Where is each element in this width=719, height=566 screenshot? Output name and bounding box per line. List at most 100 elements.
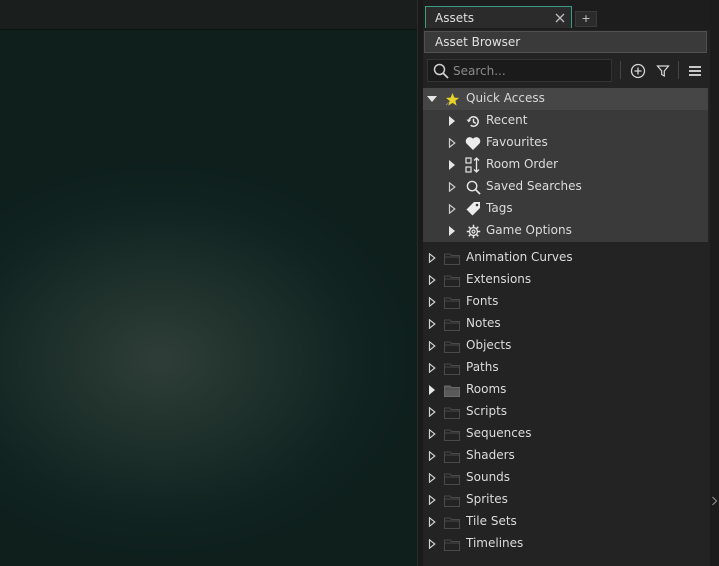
folder-icon (444, 338, 460, 354)
collapsed-arrow-icon (449, 226, 455, 236)
folder-icon (444, 514, 460, 530)
asset-browser-title: Asset Browser (435, 35, 521, 49)
collapsed-arrow-icon (428, 253, 436, 263)
folder-label: Tile Sets (466, 514, 517, 528)
quick-access-header[interactable]: Quick Access (423, 88, 708, 110)
folder-label: Paths (466, 360, 499, 374)
quick-access-item-room-order[interactable]: Room Order (423, 154, 708, 176)
folder-icon (444, 250, 460, 266)
collapsed-arrow-icon (428, 495, 436, 505)
collapsed-arrow-icon (428, 275, 436, 285)
folder-label: Sounds (466, 470, 511, 484)
toolbar-separator (678, 61, 679, 79)
folder-rooms[interactable]: Rooms (423, 379, 708, 401)
folder-sounds[interactable]: Sounds (423, 467, 708, 489)
folder-extensions[interactable]: Extensions (423, 269, 708, 291)
quick-access-item-label: Room Order (486, 157, 559, 171)
room-order-icon (465, 157, 481, 173)
folder-icon (444, 294, 460, 310)
tab-assets[interactable]: Assets (425, 6, 572, 28)
quick-access-item-favourites[interactable]: Favourites (423, 132, 708, 154)
quick-access-item-tags[interactable]: Tags (423, 198, 708, 220)
room-workspace[interactable] (0, 0, 417, 566)
search-box[interactable] (427, 59, 612, 82)
folder-label: Animation Curves (466, 250, 573, 264)
asset-browser-header: Asset Browser (424, 31, 707, 53)
collapsed-arrow-icon (428, 539, 436, 549)
folder-label: Extensions (466, 272, 532, 286)
folder-icon (444, 536, 460, 552)
folder-label: Timelines (466, 536, 524, 550)
add-asset-button[interactable] (627, 60, 649, 82)
folder-label: Sequences (466, 426, 532, 440)
quick-access-item-label: Tags (486, 201, 513, 215)
folder-fonts[interactable]: Fonts (423, 291, 708, 313)
folder-label: Scripts (466, 404, 508, 418)
quick-access-item-label: Favourites (486, 135, 548, 149)
filter-button[interactable] (652, 60, 674, 82)
folder-sequences[interactable]: Sequences (423, 423, 708, 445)
folder-label: Rooms (466, 382, 507, 396)
quick-access-section: Quick Access Recent Favourites Room Orde… (423, 88, 708, 242)
ide-window: Assets + Asset Browser Search... Quick A… (0, 0, 719, 566)
folder-icon (444, 426, 460, 442)
plus-circle-icon (630, 63, 646, 79)
collapsed-arrow-icon (449, 116, 455, 126)
close-icon[interactable] (552, 10, 568, 26)
menu-button[interactable] (684, 60, 706, 82)
collapsed-arrow-icon (428, 363, 436, 373)
star-icon (444, 91, 460, 107)
collapsed-arrow-icon (428, 473, 436, 483)
folder-objects[interactable]: Objects (423, 335, 708, 357)
folder-icon (444, 360, 460, 376)
collapsed-arrow-icon (428, 429, 436, 439)
folder-scripts[interactable]: Scripts (423, 401, 708, 423)
folder-notes[interactable]: Notes (423, 313, 708, 335)
collapsed-arrow-icon (449, 160, 455, 170)
collapse-strip[interactable] (710, 0, 719, 566)
history-icon (465, 113, 481, 129)
quick-access-item-label: Game Options (486, 223, 572, 237)
quick-access-label: Quick Access (466, 91, 545, 105)
folder-tile-sets[interactable]: Tile Sets (423, 511, 708, 533)
quick-access-item-recent[interactable]: Recent (423, 110, 708, 132)
folder-icon (444, 492, 460, 508)
panel-tabbar: Assets + (423, 0, 710, 30)
search-icon (432, 62, 450, 80)
quick-access-item-label: Recent (486, 113, 528, 127)
chevron-right-icon[interactable] (711, 496, 719, 506)
tab-assets-label: Assets (435, 10, 475, 25)
folder-timelines[interactable]: Timelines (423, 533, 708, 555)
folder-animation-curves[interactable]: Animation Curves (423, 247, 708, 269)
collapsed-arrow-icon (428, 297, 436, 307)
folder-paths[interactable]: Paths (423, 357, 708, 379)
asset-tree: Animation Curves Extensions Fonts Notes (423, 246, 710, 566)
collapsed-arrow-icon (428, 341, 436, 351)
folder-label: Fonts (466, 294, 499, 308)
heart-icon (465, 135, 481, 151)
quick-access-item-label: Saved Searches (486, 179, 582, 193)
assets-panel: Assets + Asset Browser Search... Quick A… (423, 0, 710, 566)
asset-toolbar (423, 57, 710, 85)
add-tab-button[interactable]: + (575, 11, 597, 27)
tag-icon (465, 201, 481, 217)
folder-label: Sprites (466, 492, 508, 506)
folder-shaders[interactable]: Shaders (423, 445, 708, 467)
folder-icon (444, 316, 460, 332)
quick-access-item-game-options[interactable]: Game Options (423, 220, 708, 242)
folder-label: Notes (466, 316, 501, 330)
folder-icon (444, 404, 460, 420)
search-input[interactable] (453, 63, 603, 78)
folder-icon (444, 382, 460, 398)
folder-label: Objects (466, 338, 512, 352)
toolbar-separator (620, 61, 621, 79)
collapsed-arrow-icon (428, 407, 436, 417)
hamburger-icon (689, 66, 701, 76)
quick-access-item-saved-searches[interactable]: Saved Searches (423, 176, 708, 198)
gear-icon (465, 223, 481, 239)
folder-label: Shaders (466, 448, 515, 462)
collapsed-arrow-icon (428, 319, 436, 329)
folder-sprites[interactable]: Sprites (423, 489, 708, 511)
search-icon (465, 179, 481, 195)
expanded-arrow-icon (427, 96, 437, 102)
